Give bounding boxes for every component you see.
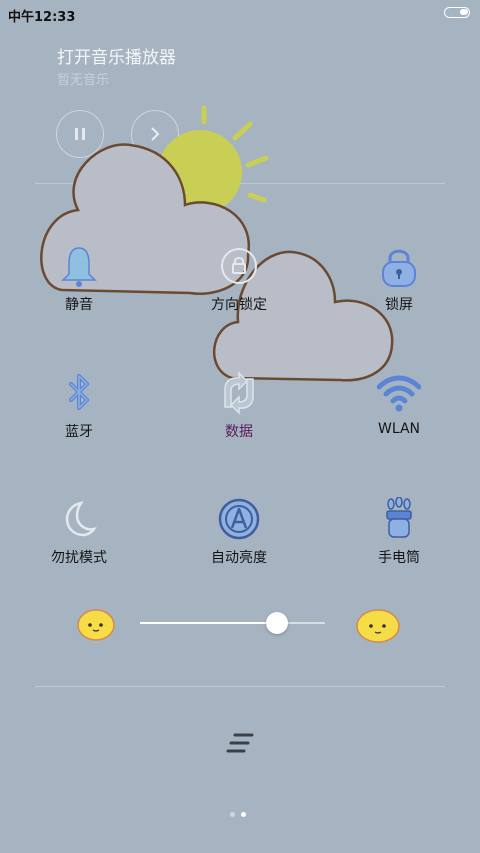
flashlight-icon bbox=[386, 497, 412, 538]
toggle-wlan[interactable]: WLAN bbox=[344, 371, 454, 471]
mobile-data-icon bbox=[224, 371, 254, 415]
toggle-flashlight[interactable]: 手电筒 bbox=[344, 497, 454, 597]
toggle-lock-screen[interactable]: 锁屏 bbox=[344, 244, 454, 344]
toggle-label: 方向锁定 bbox=[211, 297, 267, 313]
page-dot-active[interactable] bbox=[241, 812, 246, 817]
menu-icon[interactable] bbox=[226, 732, 254, 754]
page-indicator bbox=[230, 812, 246, 817]
toggle-label: 勿扰模式 bbox=[51, 550, 107, 566]
toggle-label: 静音 bbox=[65, 297, 93, 313]
toggle-do-not-disturb[interactable]: 勿扰模式 bbox=[24, 497, 134, 597]
toggle-label: 蓝牙 bbox=[65, 424, 93, 440]
toggle-label: 数据 bbox=[225, 424, 253, 440]
bluetooth-icon bbox=[69, 374, 89, 410]
toggle-label: 锁屏 bbox=[385, 297, 413, 313]
toggle-label: WLAN bbox=[377, 421, 420, 437]
toggle-label: 自动亮度 bbox=[211, 550, 267, 566]
brightness-fill bbox=[140, 622, 277, 624]
lock-icon bbox=[382, 249, 416, 287]
toggle-rotation-lock[interactable]: 方向锁定 bbox=[184, 244, 294, 344]
toggle-bluetooth[interactable]: 蓝牙 bbox=[24, 371, 134, 471]
bell-icon bbox=[61, 247, 97, 287]
toggle-auto-brightness[interactable]: 自动亮度 bbox=[184, 497, 294, 597]
toggle-label: 手电筒 bbox=[378, 550, 420, 566]
rotation-lock-icon bbox=[221, 248, 257, 284]
brightness-low-face-icon bbox=[77, 609, 115, 641]
brightness-thumb[interactable] bbox=[265, 612, 288, 634]
divider bbox=[35, 686, 445, 687]
brightness-high-face-icon bbox=[356, 609, 400, 643]
auto-brightness-icon bbox=[218, 498, 260, 540]
wifi-icon bbox=[377, 375, 421, 412]
moon-icon bbox=[65, 501, 97, 537]
page-dot[interactable] bbox=[230, 812, 235, 817]
toggle-mute[interactable]: 静音 bbox=[24, 244, 134, 344]
toggle-mobile-data[interactable]: 数据 bbox=[184, 371, 294, 471]
